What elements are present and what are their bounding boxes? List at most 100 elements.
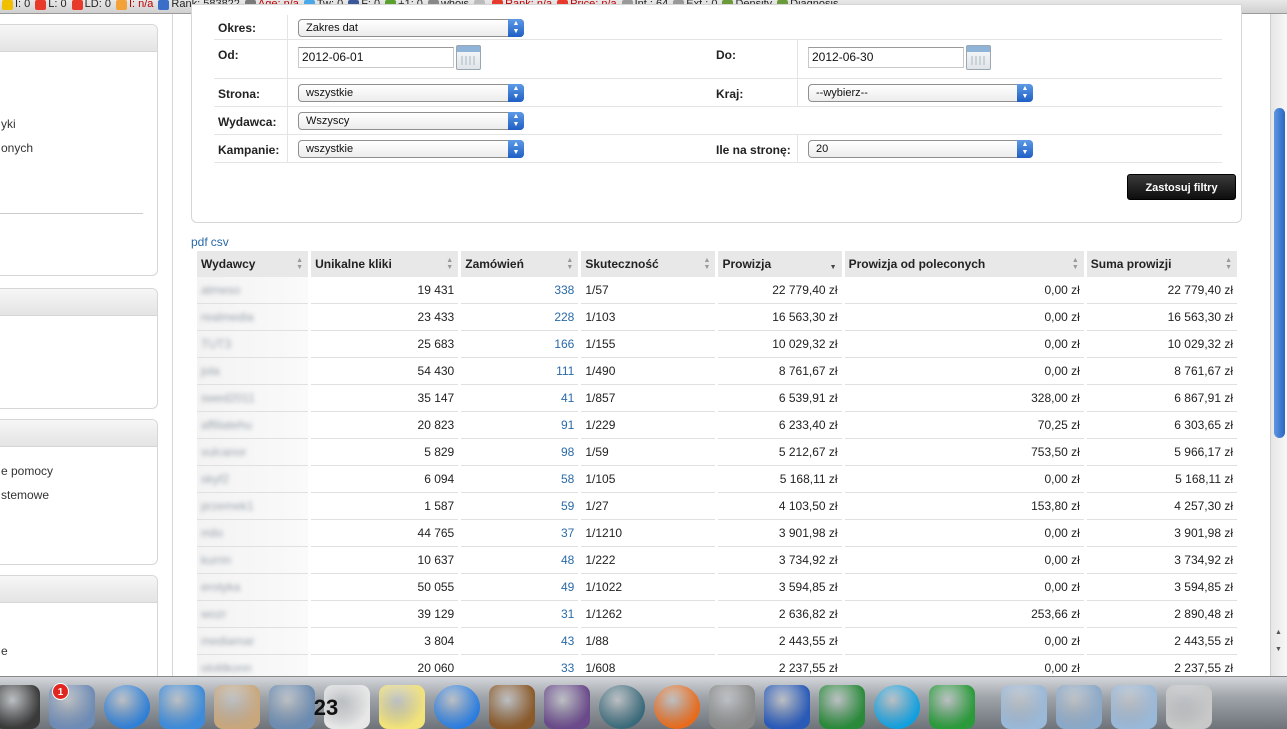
sidebar-divider [0, 213, 143, 214]
orders-link[interactable]: 31 [461, 601, 579, 628]
to-label: Do: [716, 48, 736, 62]
scroll-down-icon[interactable]: ▼ [1275, 646, 1282, 653]
photo-booth-icon[interactable] [489, 685, 535, 729]
from-date-input[interactable]: 2012-06-01 [298, 47, 454, 68]
col-publishers[interactable]: Wydawcy ▲ ▼ [197, 251, 309, 277]
facetime-icon[interactable] [159, 685, 205, 729]
commission: 2 636,82 zł [718, 601, 842, 628]
orders-link[interactable]: 228 [461, 304, 579, 331]
orders-link[interactable]: 59 [461, 493, 579, 520]
imovie-icon[interactable] [544, 685, 590, 729]
stickies-icon[interactable] [379, 685, 425, 729]
publisher-select[interactable]: Wszyscy ▲ ▼ [298, 112, 524, 130]
publisher-name[interactable]: swed2011 [197, 385, 309, 412]
col-unique-clicks[interactable]: Unikalne kliki ▲ ▼ [311, 251, 459, 277]
commission: 10 029,32 zł [718, 331, 842, 358]
to-date-input[interactable]: 2012-06-30 [808, 47, 964, 68]
publisher-name[interactable]: realmedia [197, 304, 309, 331]
sidebar-link-2[interactable]: onych [1, 141, 33, 155]
safari-icon[interactable] [104, 685, 150, 729]
orders-link[interactable]: 41 [461, 385, 579, 412]
orders-link[interactable]: 98 [461, 439, 579, 466]
col-total-commission[interactable]: Suma prowizji ▲ ▼ [1086, 251, 1237, 277]
effectiveness: 1/105 [581, 466, 716, 493]
itunes-icon[interactable] [434, 685, 480, 729]
col-referral-commission[interactable]: Prowizja od poleconych ▲ ▼ [844, 251, 1084, 277]
country-select[interactable]: --wybierz-- ▲ ▼ [808, 84, 1033, 102]
firefox-icon[interactable] [654, 685, 700, 729]
publisher-name[interactable]: mediamar [197, 628, 309, 655]
orders-link[interactable]: 58 [461, 466, 579, 493]
scrollbar-thumb[interactable] [1274, 108, 1285, 438]
orders-link[interactable]: 111 [461, 358, 579, 385]
publisher-name-text: vulcanor [201, 445, 247, 459]
orders-link[interactable]: 43 [461, 628, 579, 655]
seo-toolbar-item[interactable]: L: 0 [33, 0, 69, 10]
publisher-name[interactable]: milo [197, 520, 309, 547]
publisher-name[interactable]: skyf2 [197, 466, 309, 493]
campaigns-select[interactable]: wszystkie ▲ ▼ [298, 140, 524, 158]
orders-link[interactable]: 91 [461, 412, 579, 439]
documents-folder-icon[interactable] [1111, 685, 1157, 729]
col-effectiveness[interactable]: Skuteczność ▲ ▼ [581, 251, 716, 277]
col-commission[interactable]: Prowizja ▼ [718, 251, 842, 277]
effectiveness: 1/229 [581, 412, 716, 439]
sort-icon: ▲ ▼ [1071, 257, 1079, 271]
publisher-name[interactable]: przemek1 [197, 493, 309, 520]
from-calendar-icon[interactable] [456, 45, 481, 70]
apply-filters-button[interactable]: Zastosuj filtry [1127, 174, 1236, 200]
col-orders[interactable]: Zamówień ▲ ▼ [461, 251, 579, 277]
publisher-name[interactable]: wozr [197, 601, 309, 628]
orders-link[interactable]: 49 [461, 574, 579, 601]
publishers-table: Wydawcy ▲ ▼ Unikalne kliki ▲ ▼ Zamówień ▲ ▼ Sk… [194, 251, 1240, 682]
export-pdf-link[interactable]: pdf [191, 235, 208, 249]
seo-toolbar-item[interactable]: LD: 0 [70, 0, 114, 10]
trash-icon[interactable] [1166, 685, 1212, 729]
adium-icon[interactable] [929, 685, 975, 729]
publisher-name-text: affiliatehu [201, 418, 253, 432]
orders-link[interactable]: 48 [461, 547, 579, 574]
per-page-select[interactable]: 20 ▲ ▼ [808, 140, 1033, 158]
site-select[interactable]: wszystkie ▲ ▼ [298, 84, 524, 102]
word-icon[interactable] [764, 685, 810, 729]
orders-link[interactable]: 37 [461, 520, 579, 547]
skype-icon[interactable] [874, 685, 920, 729]
export-csv-link[interactable]: csv [211, 235, 229, 249]
total-commission: 22 779,40 zł [1086, 277, 1237, 304]
excel-icon[interactable] [819, 685, 865, 729]
publisher-name-text: atmeso [201, 283, 241, 297]
referral-commission: 0,00 zł [844, 277, 1084, 304]
publisher-name[interactable]: jola [197, 358, 309, 385]
publisher-name[interactable]: erotyka [197, 574, 309, 601]
period-label: Okres: [218, 21, 257, 35]
commission: 5 168,11 zł [718, 466, 842, 493]
period-value: Zakres dat [306, 22, 358, 34]
applications-folder-icon[interactable] [1056, 685, 1102, 729]
sidebar-link-help[interactable]: e pomocy [1, 464, 53, 478]
publisher-name[interactable]: TUT3 [197, 331, 309, 358]
address-book-icon[interactable] [214, 685, 260, 729]
downloads-folder-icon[interactable] [1001, 685, 1047, 729]
country-value: --wybierz-- [816, 87, 868, 99]
scroll-up-icon[interactable]: ▲ [1275, 629, 1282, 636]
sidebar-link-1[interactable]: yki [1, 117, 16, 131]
orders-link[interactable]: 166 [461, 331, 579, 358]
system-preferences-icon[interactable] [709, 685, 755, 729]
vertical-scrollbar[interactable]: ▲ ▼ [1270, 14, 1287, 676]
time-machine-icon[interactable] [599, 685, 645, 729]
sidebar-link-4[interactable]: e [1, 644, 8, 658]
sidebar-box-header [0, 420, 157, 447]
total-commission: 6 867,91 zł [1086, 385, 1237, 412]
seo-toolbar-item[interactable]: I: n/a [114, 0, 156, 10]
publisher-name[interactable]: vulcanor [197, 439, 309, 466]
period-select[interactable]: Zakres dat ▲ ▼ [298, 19, 524, 37]
to-calendar-icon[interactable] [966, 45, 991, 70]
referral-commission: 153,80 zł [844, 493, 1084, 520]
sidebar-link-system[interactable]: stemowe [1, 488, 49, 502]
seo-toolbar-item[interactable]: I: 0 [0, 0, 33, 10]
publisher-name[interactable]: kurrin [197, 547, 309, 574]
orders-link[interactable]: 338 [461, 277, 579, 304]
finder-icon[interactable] [0, 685, 40, 729]
publisher-name[interactable]: atmeso [197, 277, 309, 304]
publisher-name[interactable]: affiliatehu [197, 412, 309, 439]
